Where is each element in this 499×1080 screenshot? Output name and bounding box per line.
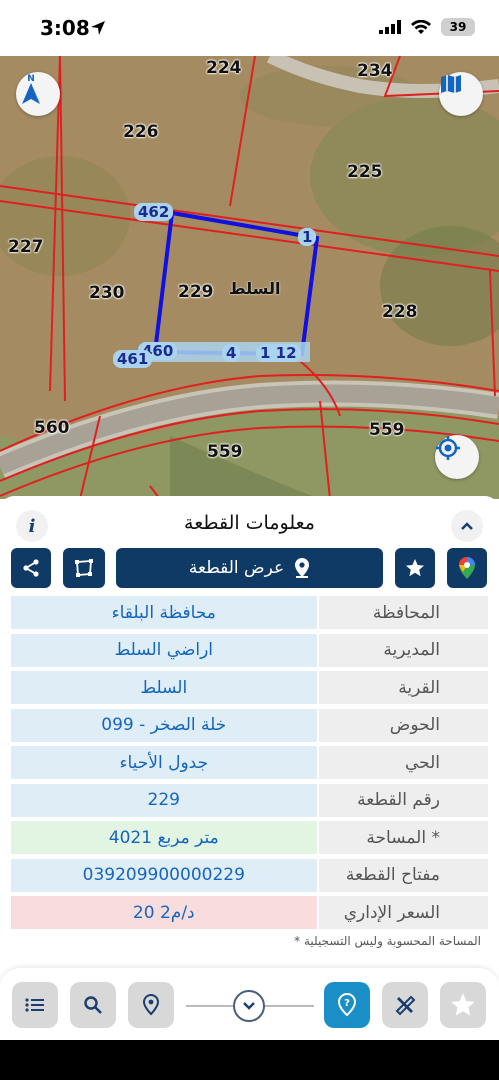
parcel-number: 224 [206, 58, 242, 78]
table-row: خلة الصخر - 099 الحوض [11, 708, 488, 742]
status-bar: 3:08 39 [0, 0, 499, 56]
vertex-label: 4 [222, 344, 241, 362]
location-arrow-icon [91, 21, 105, 35]
plot-number-value: 229 [11, 783, 317, 817]
table-row: 20 د/م2 السعر الإداري [11, 896, 488, 929]
governorate-value: محافظة البلقاء [11, 596, 317, 629]
parcel-number: 559 [207, 442, 243, 462]
parcel-number: 559 [369, 420, 405, 440]
collapse-button[interactable] [451, 510, 483, 542]
share-button[interactable] [11, 548, 51, 588]
parcel-number: 225 [347, 162, 383, 182]
neighborhood-label: الحي [318, 746, 488, 779]
north-arrow-icon: N [22, 74, 40, 104]
plot-info-panel: i معلومات القطعة عرض القطعة محافظة البلق… [0, 496, 499, 976]
parcel-number: 228 [382, 302, 418, 322]
google-maps-icon [459, 557, 475, 579]
slider-toggle-button[interactable] [233, 990, 265, 1022]
plot-number-label: رقم القطعة [318, 783, 488, 817]
svg-text:?: ? [344, 998, 350, 1009]
table-row: 229 رقم القطعة [11, 783, 488, 817]
map-icon [441, 75, 461, 93]
panel-title: معلومات القطعة [184, 512, 315, 534]
parcel-number: 234 [357, 61, 393, 81]
pin-outline-icon [142, 994, 160, 1016]
basin-value: خلة الصخر - 099 [11, 708, 317, 742]
table-row: 039209900000229 مفتاح القطعة [11, 858, 488, 892]
ruler-pencil-icon [395, 995, 416, 1016]
action-bar: عرض القطعة [0, 548, 499, 590]
vertex-label: 462 [134, 203, 174, 221]
vertex-label: 461 [113, 350, 153, 368]
polygon-select-icon [75, 559, 93, 577]
table-row: 4021 متر مربع المساحة * [11, 821, 488, 854]
vertex-label: 1 [298, 228, 317, 246]
star-icon [451, 993, 475, 1016]
show-plot-label: عرض القطعة [188, 558, 285, 578]
parcel-number: 227 [8, 237, 44, 257]
search-button[interactable] [70, 982, 116, 1028]
plot-key-label: مفتاح القطعة [318, 858, 488, 892]
area-footnote: * المساحة المحسوبة وليس التسجيلية [294, 934, 481, 948]
wifi-icon [411, 19, 431, 34]
area-value: 4021 متر مربع [11, 821, 317, 854]
favorite-button[interactable] [395, 548, 435, 588]
search-icon [84, 996, 102, 1014]
chevron-up-icon [461, 522, 473, 530]
parcel-number: 560 [34, 418, 70, 438]
vertex-label: 1 12 [256, 344, 301, 362]
status-indicators: 39 [379, 18, 475, 36]
location-pin-icon [295, 558, 310, 578]
pin-question-icon: ? [337, 993, 357, 1017]
star-icon [406, 559, 424, 577]
svg-text:N: N [27, 74, 35, 84]
cellular-signal-icon [379, 20, 401, 34]
parcel-number-selected: 229 [178, 282, 214, 302]
table-row: السلط القرية [11, 671, 488, 704]
my-location-button[interactable] [435, 435, 479, 479]
admin-price-value: 20 د/م2 [11, 896, 317, 929]
table-row: جدول الأحياء الحي [11, 746, 488, 779]
chevron-down-icon [243, 1002, 255, 1010]
share-icon [23, 559, 39, 577]
status-time: 3:08 [40, 16, 90, 40]
map-layers-button[interactable] [439, 72, 483, 116]
plot-name-label: السلط [229, 279, 281, 298]
list-icon [25, 998, 44, 1012]
parcel-number: 230 [89, 283, 125, 303]
plot-outline-button[interactable] [63, 548, 105, 588]
parcel-number: 226 [123, 122, 159, 142]
battery-indicator: 39 [441, 18, 475, 36]
map-view[interactable]: 224 234 226 225 227 230 229 228 560 559 … [0, 56, 499, 499]
basin-label: الحوض [318, 708, 488, 742]
plot-key-value: 039209900000229 [11, 858, 317, 892]
admin-price-label: السعر الإداري [318, 896, 488, 929]
area-label: المساحة * [318, 821, 488, 854]
governorate-label: المحافظة [318, 596, 488, 629]
plot-location-button[interactable]: ? [324, 982, 370, 1028]
table-row: محافظة البلقاء المحافظة [11, 596, 488, 629]
screen: 3:08 39 224 234 226 225 227 230 229 228 … [0, 0, 499, 1080]
crosshair-icon [436, 436, 460, 460]
google-maps-button[interactable] [447, 548, 487, 588]
directorate-value: اراضي السلط [11, 633, 317, 667]
measure-tools-button[interactable] [382, 982, 428, 1028]
list-button[interactable] [12, 982, 58, 1028]
compass-button[interactable]: N [16, 72, 60, 116]
home-indicator-area [0, 1040, 499, 1080]
neighborhood-value: جدول الأحياء [11, 746, 317, 779]
favorites-button[interactable] [440, 982, 486, 1028]
table-row: اراضي السلط المديرية [11, 633, 488, 667]
village-value: السلط [11, 671, 317, 704]
bottom-toolbar: ? [0, 968, 499, 1040]
plot-info-table: محافظة البلقاء المحافظة اراضي السلط المد… [11, 596, 488, 934]
directorate-label: المديرية [318, 633, 488, 667]
panel-header: i معلومات القطعة [0, 504, 499, 544]
map-canvas [0, 56, 499, 499]
village-label: القرية [318, 671, 488, 704]
show-plot-button[interactable]: عرض القطعة [116, 548, 383, 588]
place-pin-button[interactable] [128, 982, 174, 1028]
